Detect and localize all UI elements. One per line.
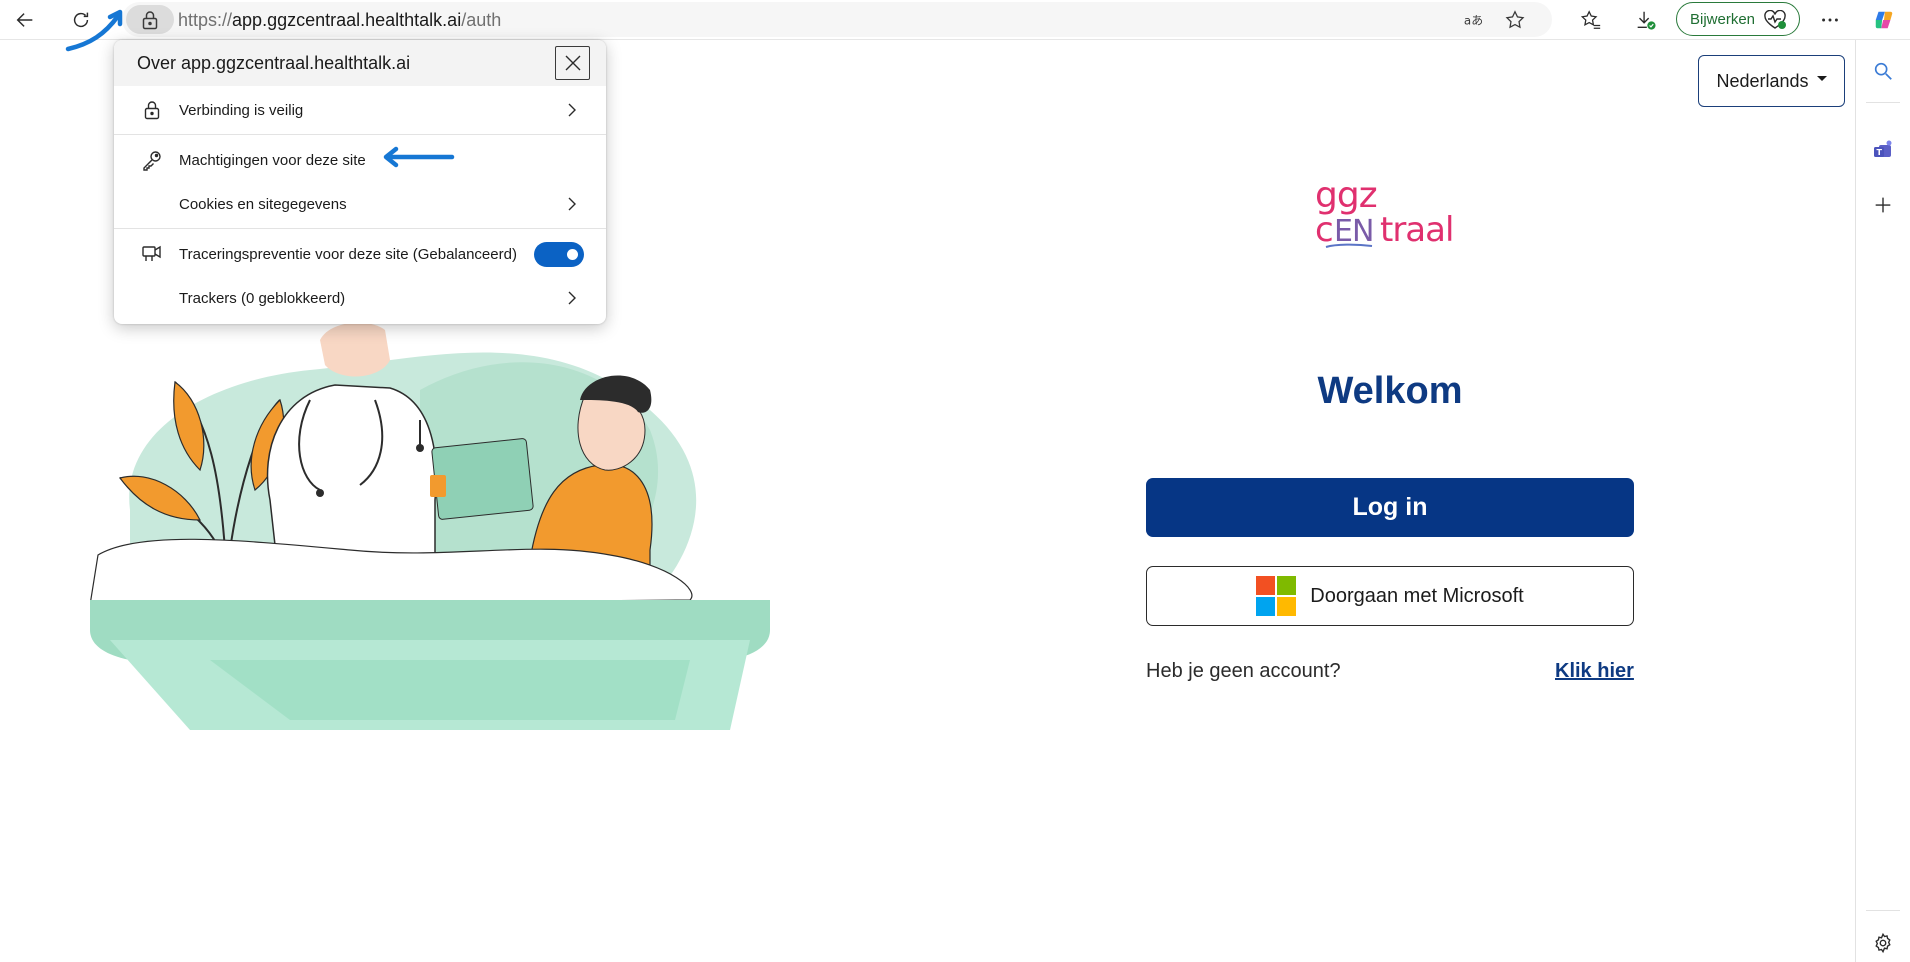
site-info-button[interactable] xyxy=(126,5,174,34)
downloads-button[interactable] xyxy=(1629,5,1661,35)
tracking-prevention-toggle[interactable] xyxy=(534,242,584,267)
browser-essentials-icon xyxy=(1764,10,1786,29)
lock-icon xyxy=(141,99,163,121)
close-icon xyxy=(565,55,580,71)
site-info-flyout: Over app.ggzcentraal.healthtalk.ai Verbi… xyxy=(114,40,606,324)
lock-icon xyxy=(142,10,158,29)
flyout-header: Over app.ggzcentraal.healthtalk.ai xyxy=(114,40,606,86)
address-bar[interactable]: https://app.ggzcentraal.healthtalk.ai/au… xyxy=(122,2,1552,37)
refresh-button[interactable] xyxy=(65,5,97,35)
teams-icon[interactable]: T xyxy=(1870,138,1896,164)
downloads-icon xyxy=(1637,11,1656,30)
doctor-patient-illustration xyxy=(90,302,770,730)
site-permissions-row[interactable]: Machtigingen voor deze site xyxy=(114,138,606,182)
back-button[interactable] xyxy=(9,5,41,35)
svg-text:aあ: aあ xyxy=(1464,14,1483,28)
refresh-icon xyxy=(73,12,89,28)
read-aloud-icon[interactable]: aあ xyxy=(1462,8,1486,32)
tracking-prevention-label: Traceringspreventie voor deze site (Geba… xyxy=(179,245,517,263)
ggz-centraal-logo: ggz c EN traal xyxy=(1315,175,1454,250)
site-permissions-label: Machtigingen voor deze site xyxy=(179,151,366,169)
chevron-right-icon xyxy=(568,103,576,117)
favorites-button[interactable] xyxy=(1575,5,1607,35)
login-button[interactable]: Log in xyxy=(1146,478,1634,537)
caret-down-icon xyxy=(1816,75,1827,81)
more-icon xyxy=(1822,18,1838,22)
svg-text:traal: traal xyxy=(1380,210,1453,250)
cookies-label: Cookies en sitegegevens xyxy=(179,195,347,213)
browser-sidebar: T xyxy=(1855,40,1910,962)
cookies-row[interactable]: Cookies en sitegegevens xyxy=(114,182,606,226)
chevron-right-icon xyxy=(568,291,576,305)
browser-toolbar: https://app.ggzcentraal.healthtalk.ai/au… xyxy=(0,0,1910,40)
tracking-prevention-row: Traceringspreventie voor deze site (Geba… xyxy=(114,232,606,276)
tracking-prevention-icon xyxy=(141,243,163,265)
update-label: Bijwerken xyxy=(1690,10,1756,28)
settings-icon[interactable] xyxy=(1870,930,1896,956)
search-icon[interactable] xyxy=(1870,58,1896,84)
trackers-row[interactable]: Trackers (0 geblokkeerd) xyxy=(114,276,606,320)
favorites-icon xyxy=(1580,10,1601,29)
language-label: Nederlands xyxy=(1716,70,1809,91)
add-icon[interactable] xyxy=(1870,192,1896,218)
microsoft-logo-icon xyxy=(1256,576,1297,616)
flyout-title: Over app.ggzcentraal.healthtalk.ai xyxy=(137,53,411,73)
no-account-text: Heb je geen account? xyxy=(1146,660,1341,682)
microsoft-button-label: Doorgaan met Microsoft xyxy=(1310,584,1524,607)
svg-text:c: c xyxy=(1315,210,1333,250)
flyout-close-button[interactable] xyxy=(555,46,590,80)
update-button[interactable]: Bijwerken xyxy=(1676,2,1800,36)
register-link[interactable]: Klik hier xyxy=(1555,660,1634,683)
language-dropdown[interactable]: Nederlands xyxy=(1698,55,1845,107)
welcome-heading: Welkom xyxy=(1317,370,1463,412)
back-icon xyxy=(16,13,33,27)
connection-secure-label: Verbinding is veilig xyxy=(179,101,304,119)
more-button[interactable] xyxy=(1814,5,1846,35)
svg-text:T: T xyxy=(1877,148,1883,157)
copilot-icon xyxy=(1875,11,1893,29)
microsoft-login-button[interactable]: Doorgaan met Microsoft xyxy=(1146,566,1634,626)
favorite-star-icon[interactable] xyxy=(1503,8,1527,32)
connection-secure-row[interactable]: Verbinding is veilig xyxy=(114,88,606,132)
url-text[interactable]: https://app.ggzcentraal.healthtalk.ai/au… xyxy=(178,10,501,31)
trackers-label: Trackers (0 geblokkeerd) xyxy=(179,289,346,307)
copilot-button[interactable] xyxy=(1868,5,1900,35)
chevron-right-icon xyxy=(568,197,576,211)
key-icon xyxy=(141,149,163,171)
